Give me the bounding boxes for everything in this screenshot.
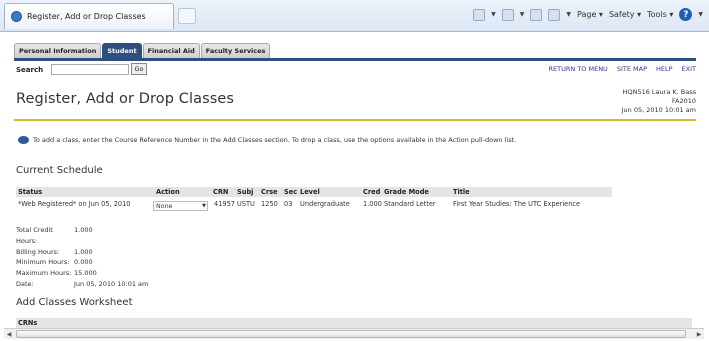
site-map-link[interactable]: SITE MAP bbox=[617, 65, 647, 73]
minimum-value: 0.000 bbox=[74, 258, 93, 267]
feeds-icon[interactable] bbox=[501, 8, 514, 21]
user-line: HQN516 Laura K. Bass bbox=[622, 88, 696, 96]
browser-toolbar: Register, Add or Drop Classes ▼ ▼ ▼ Page… bbox=[0, 0, 709, 32]
maximum-label: Maximum Hours: bbox=[16, 269, 72, 278]
print-icon[interactable] bbox=[548, 8, 561, 21]
crns-label: CRNs bbox=[18, 319, 38, 327]
term: FA2010 bbox=[671, 97, 696, 105]
col-status: Status bbox=[18, 188, 43, 196]
tab-faculty-services[interactable]: Faculty Services bbox=[200, 43, 271, 58]
info-text: To add a class, enter the Course Referen… bbox=[33, 136, 517, 144]
favicon-icon bbox=[11, 11, 22, 22]
horizontal-scrollbar[interactable]: ◀ ▶ bbox=[4, 328, 704, 339]
schedule-header-row: Status Action CRN Subj Crse Sec Level Cr… bbox=[16, 187, 612, 197]
col-action: Action bbox=[156, 188, 180, 196]
tab-student[interactable]: Student bbox=[102, 43, 142, 58]
search-input[interactable] bbox=[51, 64, 129, 75]
page-menu-label: Page bbox=[577, 10, 597, 19]
divider bbox=[14, 119, 696, 121]
cell-grade-mode: Standard Letter bbox=[384, 200, 436, 208]
col-cred: Cred bbox=[363, 188, 381, 196]
user-info: HQN516 Laura K. Bass FA2010 Jun 05, 2010… bbox=[622, 88, 696, 115]
go-button[interactable]: Go bbox=[131, 63, 147, 75]
cell-crn: 41957 bbox=[214, 200, 235, 208]
chevron-down-icon[interactable]: ▼ bbox=[491, 11, 496, 18]
tab-financial-aid[interactable]: Financial Aid bbox=[142, 43, 200, 58]
current-schedule-heading: Current Schedule bbox=[16, 165, 103, 176]
cell-level: Undergraduate bbox=[300, 200, 350, 208]
scroll-right-icon[interactable]: ▶ bbox=[694, 329, 704, 339]
new-tab-button[interactable] bbox=[178, 8, 196, 24]
cell-sec: 03 bbox=[284, 200, 293, 208]
tools-menu-label: Tools bbox=[647, 10, 667, 19]
main-tabs: Personal Information Student Financial A… bbox=[14, 43, 271, 58]
browser-tab[interactable]: Register, Add or Drop Classes bbox=[4, 3, 174, 29]
total-credit-label: Total Credit Hours: bbox=[16, 226, 53, 245]
chevron-down-icon[interactable]: ▼ bbox=[566, 11, 571, 18]
action-select[interactable]: None ▼ bbox=[153, 201, 208, 211]
info-icon bbox=[18, 136, 29, 144]
action-select-value: None bbox=[156, 202, 173, 210]
tools-menu[interactable]: Tools ▾ bbox=[647, 10, 673, 19]
maximum-value: 15.000 bbox=[74, 269, 97, 278]
date-value: Jun 05, 2010 10:01 am bbox=[74, 279, 149, 288]
totals: Total Credit Hours: 1.000 Billing Hours: 1… bbox=[16, 225, 148, 290]
col-crse: Crse bbox=[261, 188, 278, 196]
browser-tab-title: Register, Add or Drop Classes bbox=[27, 12, 146, 21]
total-credit-value: 1.000 bbox=[74, 226, 93, 234]
search-label: Search bbox=[16, 66, 44, 74]
cell-status: *Web Registered* on Jun 05, 2010 bbox=[18, 200, 131, 208]
minimum-label: Minimum Hours: bbox=[16, 258, 70, 267]
return-to-menu-link[interactable]: RETURN TO MENU bbox=[549, 65, 608, 73]
help-icon[interactable]: ? bbox=[679, 8, 693, 21]
safety-menu-label: Safety bbox=[608, 10, 635, 19]
scroll-left-icon[interactable]: ◀ bbox=[4, 329, 14, 339]
billing-value: 1.000 bbox=[74, 247, 93, 256]
tab-personal-information[interactable]: Personal Information bbox=[14, 43, 102, 58]
mail-icon[interactable] bbox=[530, 8, 543, 21]
tab-underline bbox=[14, 58, 696, 61]
chevron-down-icon[interactable]: ▼ bbox=[520, 11, 525, 18]
safety-menu[interactable]: Safety ▾ bbox=[609, 10, 641, 19]
add-classes-heading: Add Classes Worksheet bbox=[16, 297, 133, 308]
billing-label: Billing Hours: bbox=[16, 247, 60, 256]
chevron-down-icon[interactable]: ▼ bbox=[698, 11, 703, 18]
home-icon[interactable] bbox=[473, 8, 486, 21]
exit-link[interactable]: EXIT bbox=[682, 65, 696, 73]
chevron-down-icon: ▼ bbox=[202, 203, 206, 209]
col-grade-mode: Grade Mode bbox=[384, 188, 429, 196]
col-title: Title bbox=[453, 188, 470, 196]
cell-title: First Year Studies: The UTC Experience bbox=[453, 200, 581, 208]
col-crn: CRN bbox=[213, 188, 229, 196]
top-links: RETURN TO MENU SITE MAP HELP EXIT bbox=[549, 65, 696, 73]
page-title: Register, Add or Drop Classes bbox=[16, 91, 235, 107]
timestamp: Jun 05, 2010 10:01 am bbox=[621, 106, 696, 114]
command-bar: ▼ ▼ ▼ Page ▾ Safety ▾ Tools ▾ ? ▼ bbox=[473, 8, 703, 21]
scrollbar-thumb[interactable] bbox=[16, 330, 686, 338]
help-link[interactable]: HELP bbox=[656, 65, 673, 73]
page-content: Personal Information Student Financial A… bbox=[14, 42, 696, 332]
cell-crse: 1250 bbox=[261, 200, 278, 208]
table-row: *Web Registered* on Jun 05, 2010 41957 U… bbox=[16, 199, 616, 211]
col-sec: Sec bbox=[284, 188, 298, 196]
cell-cred: 1.000 bbox=[363, 200, 382, 208]
page-menu[interactable]: Page ▾ bbox=[577, 10, 603, 19]
col-level: Level bbox=[300, 188, 320, 196]
cell-subj: USTU bbox=[237, 200, 255, 208]
col-subj: Subj bbox=[237, 188, 254, 196]
date-label: Date: bbox=[16, 279, 34, 288]
